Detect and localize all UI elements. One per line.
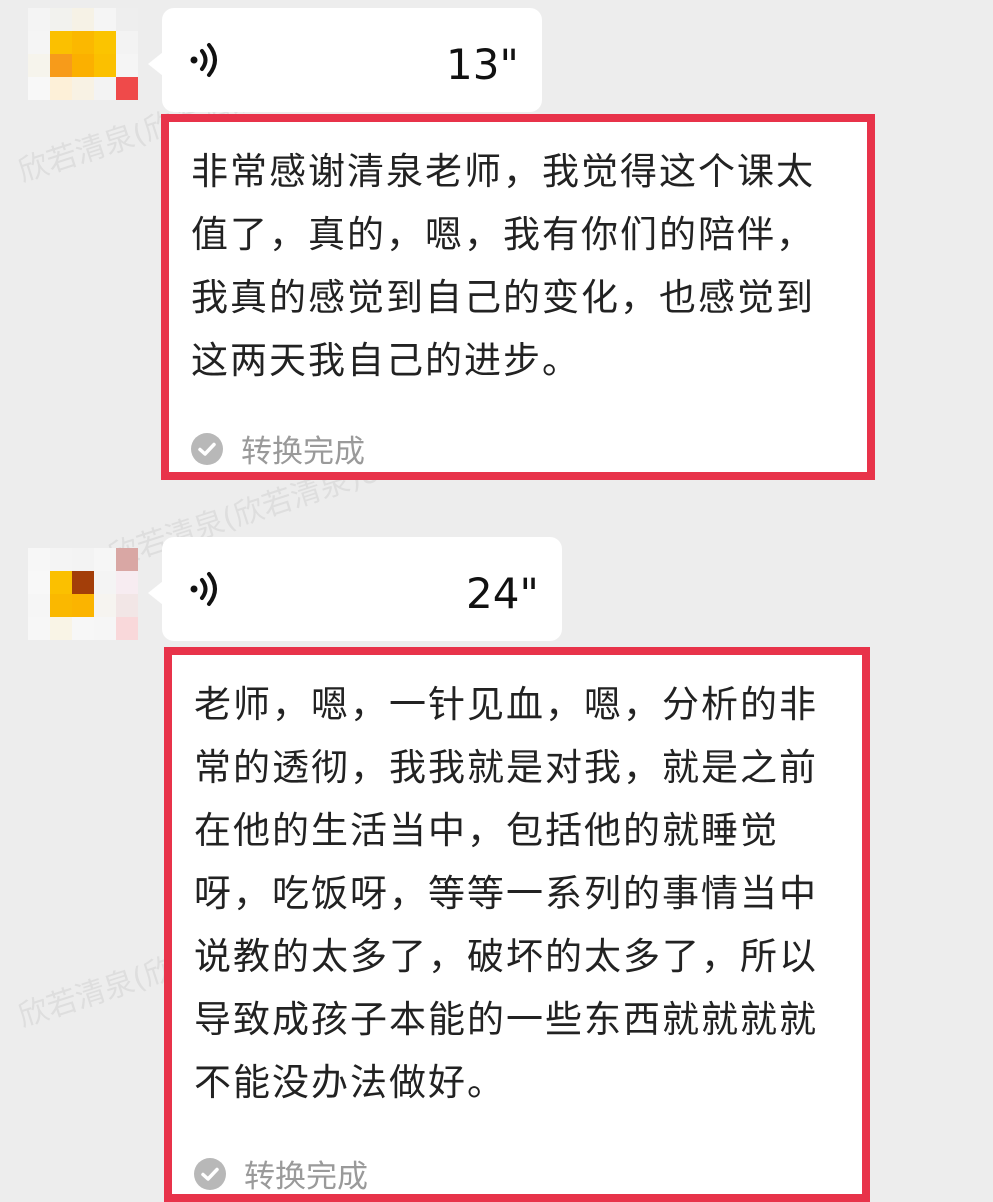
check-circle-icon [191,432,223,465]
check-circle-icon [194,1157,226,1190]
voice-wave-icon [190,40,230,80]
voice-wave-icon [190,569,230,609]
status-label: 转换完成 [241,434,365,470]
conversion-status: 转换完成 [194,1151,368,1196]
conversion-status: 转换完成 [191,426,365,471]
transcript-text: 非常感谢清泉老师，我觉得这个课太值了，真的，嗯，我有你们的陪伴，我真的感觉到自己… [191,150,815,382]
transcript-text: 老师，嗯，一针见血，嗯，分析的非常的透彻，我我就是对我，就是之前在他的生活当中，… [194,683,818,1104]
voice-duration: 24" [466,569,539,618]
voice-duration: 13" [446,40,519,89]
voice-message-bubble[interactable]: 13" [148,8,542,112]
transcript-box[interactable]: 老师，嗯，一针见血，嗯，分析的非常的透彻，我我就是对我，就是之前在他的生活当中，… [164,647,870,1202]
avatar[interactable] [28,8,138,123]
avatar[interactable] [28,548,138,663]
transcript-box[interactable]: 非常感谢清泉老师，我觉得这个课太值了，真的，嗯，我有你们的陪伴，我真的感觉到自己… [161,114,875,480]
voice-message-bubble[interactable]: 24" [148,537,562,641]
status-label: 转换完成 [244,1159,368,1195]
